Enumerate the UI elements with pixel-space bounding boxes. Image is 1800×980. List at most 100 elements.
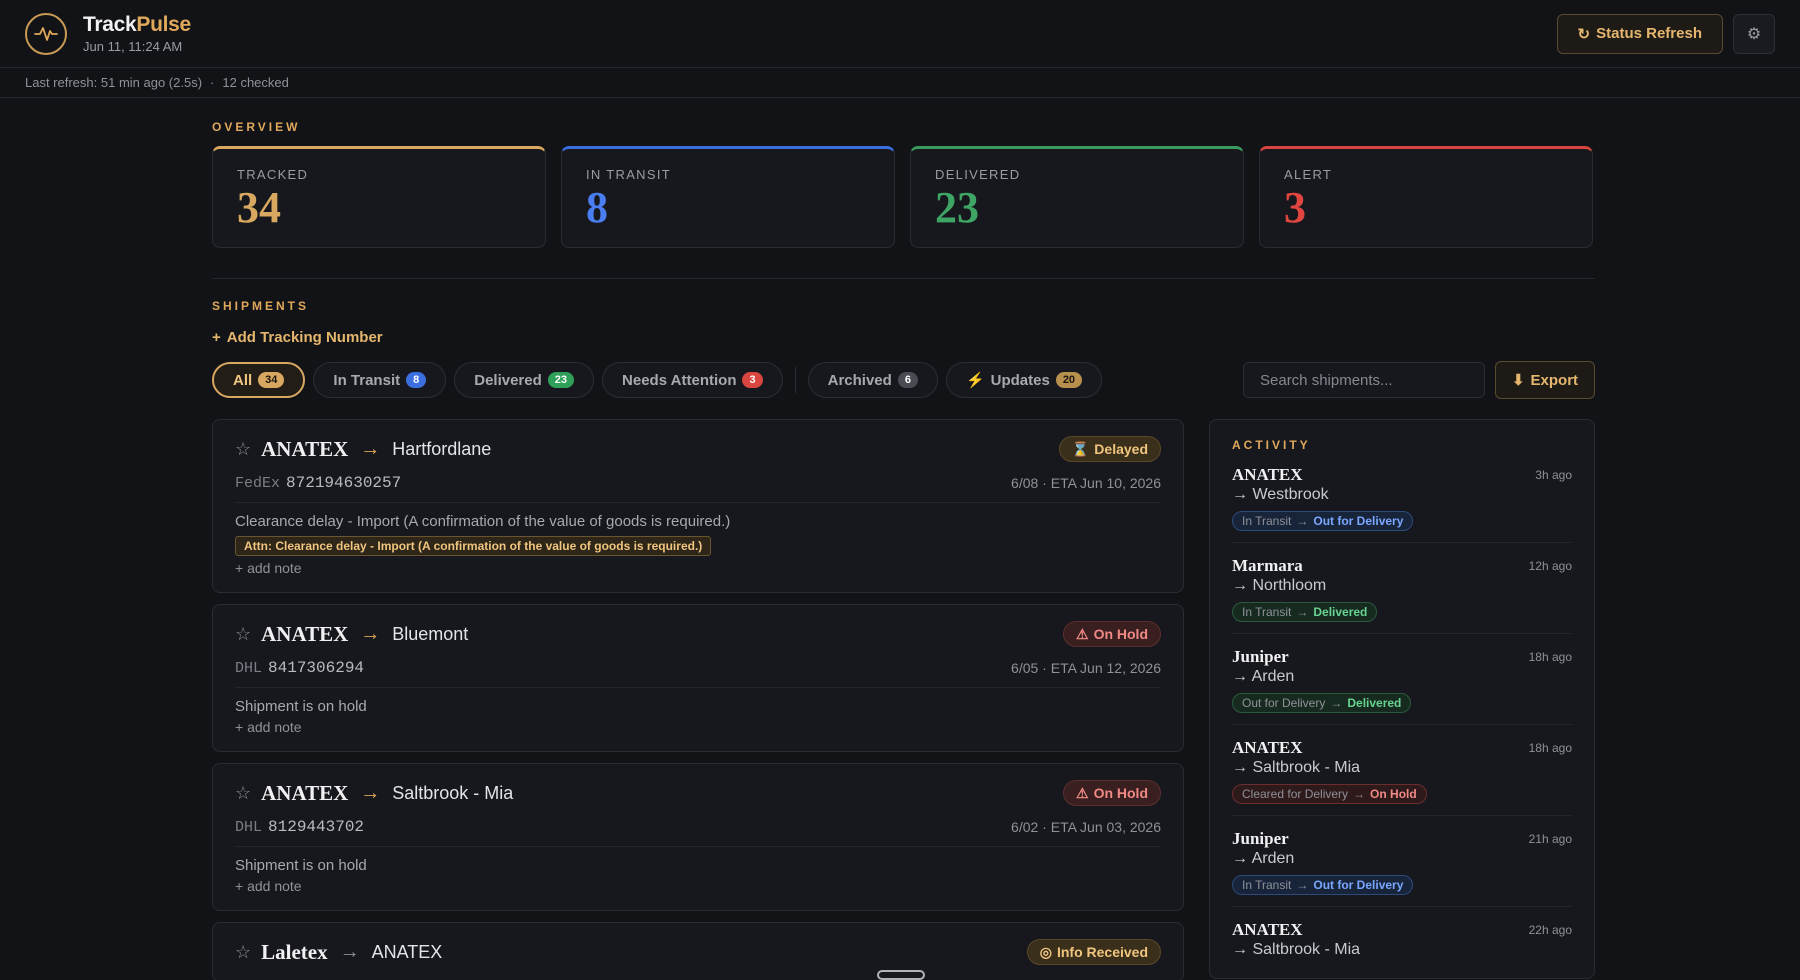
- settings-button[interactable]: ⚙: [1733, 13, 1775, 54]
- hourglass-icon: ⌛: [1071, 440, 1090, 457]
- filter-count: 20: [1055, 372, 1083, 388]
- filter-all[interactable]: All 34: [212, 362, 306, 398]
- arrow-right-icon: →: [360, 437, 381, 460]
- status-label: On Hold: [1093, 785, 1148, 801]
- brand: TrackPulse Jun 11, 11:24 AM: [83, 13, 191, 54]
- arrow-right-icon: →: [1353, 787, 1366, 801]
- filter-needs-attention[interactable]: Needs Attention 3: [602, 362, 783, 398]
- warning-icon: ⚠: [1076, 625, 1089, 642]
- activity-origin: ANATEX: [1232, 465, 1303, 484]
- shipment-eta: 6/02 · ETA Jun 03, 2026: [1011, 819, 1161, 835]
- activity-destination: → Northloom: [1232, 577, 1327, 594]
- arrow-right-icon: →: [1296, 878, 1309, 892]
- export-button[interactable]: ⬇ Export: [1495, 361, 1595, 399]
- new-status: Out for Delivery: [1313, 878, 1404, 892]
- stat-value: 34: [237, 183, 281, 232]
- new-status: Delivered: [1347, 696, 1402, 710]
- status-badge: ◎ Info Received: [1026, 939, 1161, 965]
- activity-item[interactable]: Juniper → Arden 21h ago In Transit → Out…: [1232, 816, 1572, 907]
- star-icon[interactable]: ☆: [235, 439, 251, 460]
- stat-alert[interactable]: ALERT 3: [1259, 146, 1593, 248]
- filter-bar: All 34 In Transit 8 Delivered 23 Needs A…: [212, 361, 1595, 399]
- stat-value: 23: [935, 183, 979, 232]
- shipment-destination: Saltbrook - Mia: [392, 782, 514, 803]
- activity-label: ACTIVITY: [1232, 438, 1311, 452]
- activity-time: 21h ago: [1528, 832, 1572, 846]
- carrier-name: DHL: [235, 659, 263, 677]
- status-transition: In Transit → Out for Delivery: [1232, 875, 1414, 895]
- add-tracking-number-button[interactable]: + Add Tracking Number: [212, 329, 383, 346]
- filter-in-transit[interactable]: In Transit 8: [313, 362, 447, 398]
- activity-destination: → Arden: [1232, 850, 1295, 867]
- tracking-number[interactable]: 8129443702: [268, 818, 364, 836]
- activity-origin: Marmara: [1232, 556, 1303, 575]
- activity-item[interactable]: ANATEX → Westbrook 3h ago In Transit → O…: [1232, 452, 1572, 543]
- filter-archived[interactable]: Archived 6: [807, 362, 938, 398]
- checked-count: 12 checked: [222, 75, 289, 90]
- activity-item[interactable]: Marmara → Northloom 12h ago In Transit →…: [1232, 543, 1572, 634]
- add-note-link[interactable]: + add note: [235, 719, 1161, 751]
- status-label: On Hold: [1093, 626, 1148, 642]
- activity-destination: → Arden: [1232, 668, 1295, 685]
- filter-updates[interactable]: ⚡ Updates 20: [945, 362, 1103, 398]
- stat-delivered[interactable]: DELIVERED 23: [910, 146, 1244, 248]
- shipment-origin: Laletex: [261, 939, 328, 964]
- stat-label: ALERT: [1284, 167, 1333, 182]
- activity-item[interactable]: ANATEX → Saltbrook - Mia 22h ago: [1232, 907, 1572, 970]
- filter-count: 6: [897, 372, 918, 388]
- shipment-card[interactable]: ☆ ANATEX → Hartfordlane ⌛ Delayed FedEx 8…: [212, 419, 1184, 593]
- overview-label: OVERVIEW: [212, 120, 301, 134]
- old-status: Out for Delivery: [1242, 696, 1326, 710]
- status-badge: ⚠ On Hold: [1063, 780, 1161, 806]
- shipment-destination: Bluemont: [392, 623, 469, 644]
- shipment-card[interactable]: ☆ Laletex → ANATEX ◎ Info Received: [212, 922, 1184, 980]
- filter-count: 23: [547, 372, 575, 388]
- status-transition: Out for Delivery → Delivered: [1232, 693, 1412, 713]
- old-status: Cleared for Delivery: [1242, 787, 1349, 801]
- filter-delivered[interactable]: Delivered 23: [454, 362, 595, 398]
- scroll-indicator[interactable]: [877, 970, 925, 980]
- filter-count: 8: [406, 372, 427, 388]
- stat-label: IN TRANSIT: [586, 167, 671, 182]
- add-note-link[interactable]: + add note: [235, 878, 1161, 910]
- new-status: On Hold: [1370, 787, 1417, 801]
- filter-label: Needs Attention: [622, 371, 737, 389]
- shipment-eta: 6/08 · ETA Jun 10, 2026: [1011, 475, 1161, 491]
- shipment-destination: ANATEX: [371, 941, 443, 962]
- info-circle-icon: ◎: [1039, 943, 1052, 960]
- plus-icon: +: [212, 329, 221, 346]
- activity-item[interactable]: Juniper → Arden 18h ago Out for Delivery…: [1232, 634, 1572, 725]
- activity-origin: ANATEX: [1232, 738, 1303, 757]
- tracking-number[interactable]: 8417306294: [268, 659, 364, 677]
- refresh-icon: ↻: [1577, 25, 1591, 43]
- star-icon[interactable]: ☆: [235, 942, 251, 963]
- gear-icon: ⚙: [1746, 25, 1762, 43]
- status-label: Info Received: [1056, 944, 1148, 960]
- arrow-right-icon: →: [360, 781, 381, 804]
- arrow-right-icon: →: [1330, 696, 1343, 710]
- stat-tracked[interactable]: TRACKED 34: [212, 146, 546, 248]
- new-status: Out for Delivery: [1313, 514, 1404, 528]
- activity-time: 3h ago: [1535, 468, 1572, 482]
- stat-value: 3: [1284, 183, 1306, 232]
- star-icon[interactable]: ☆: [235, 624, 251, 645]
- search-input[interactable]: [1243, 362, 1485, 398]
- add-note-link[interactable]: + add note: [235, 560, 1161, 592]
- main-content: OVERVIEW TRACKED 34 IN TRANSIT 8 DELIVER…: [212, 120, 1595, 980]
- status-badge: ⌛ Delayed: [1058, 436, 1161, 462]
- shipment-origin: ANATEX: [261, 436, 349, 461]
- stat-in-transit[interactable]: IN TRANSIT 8: [561, 146, 895, 248]
- tracking-number[interactable]: 872194630257: [286, 474, 401, 492]
- shipment-card[interactable]: ☆ ANATEX → Bluemont ⚠ On Hold DHL 8417306…: [212, 604, 1184, 752]
- activity-item[interactable]: ANATEX → Saltbrook - Mia 18h ago Cleared…: [1232, 725, 1572, 816]
- status-transition: In Transit → Delivered: [1232, 602, 1378, 622]
- filter-label: Archived: [827, 371, 892, 389]
- shipment-list: ☆ ANATEX → Hartfordlane ⌛ Delayed FedEx 8…: [212, 419, 1184, 980]
- activity-panel: ACTIVITY ANATEX → Westbrook 3h ago In Tr…: [1209, 419, 1595, 979]
- star-icon[interactable]: ☆: [235, 783, 251, 804]
- status-refresh-button[interactable]: ↻ Status Refresh: [1556, 13, 1723, 54]
- attention-tag: Attn: Clearance delay - Import (A confir…: [235, 536, 712, 556]
- status-refresh-label: Status Refresh: [1596, 25, 1702, 42]
- shipment-card[interactable]: ☆ ANATEX → Saltbrook - Mia ⚠ On Hold DHL …: [212, 763, 1184, 911]
- carrier-name: DHL: [235, 818, 263, 836]
